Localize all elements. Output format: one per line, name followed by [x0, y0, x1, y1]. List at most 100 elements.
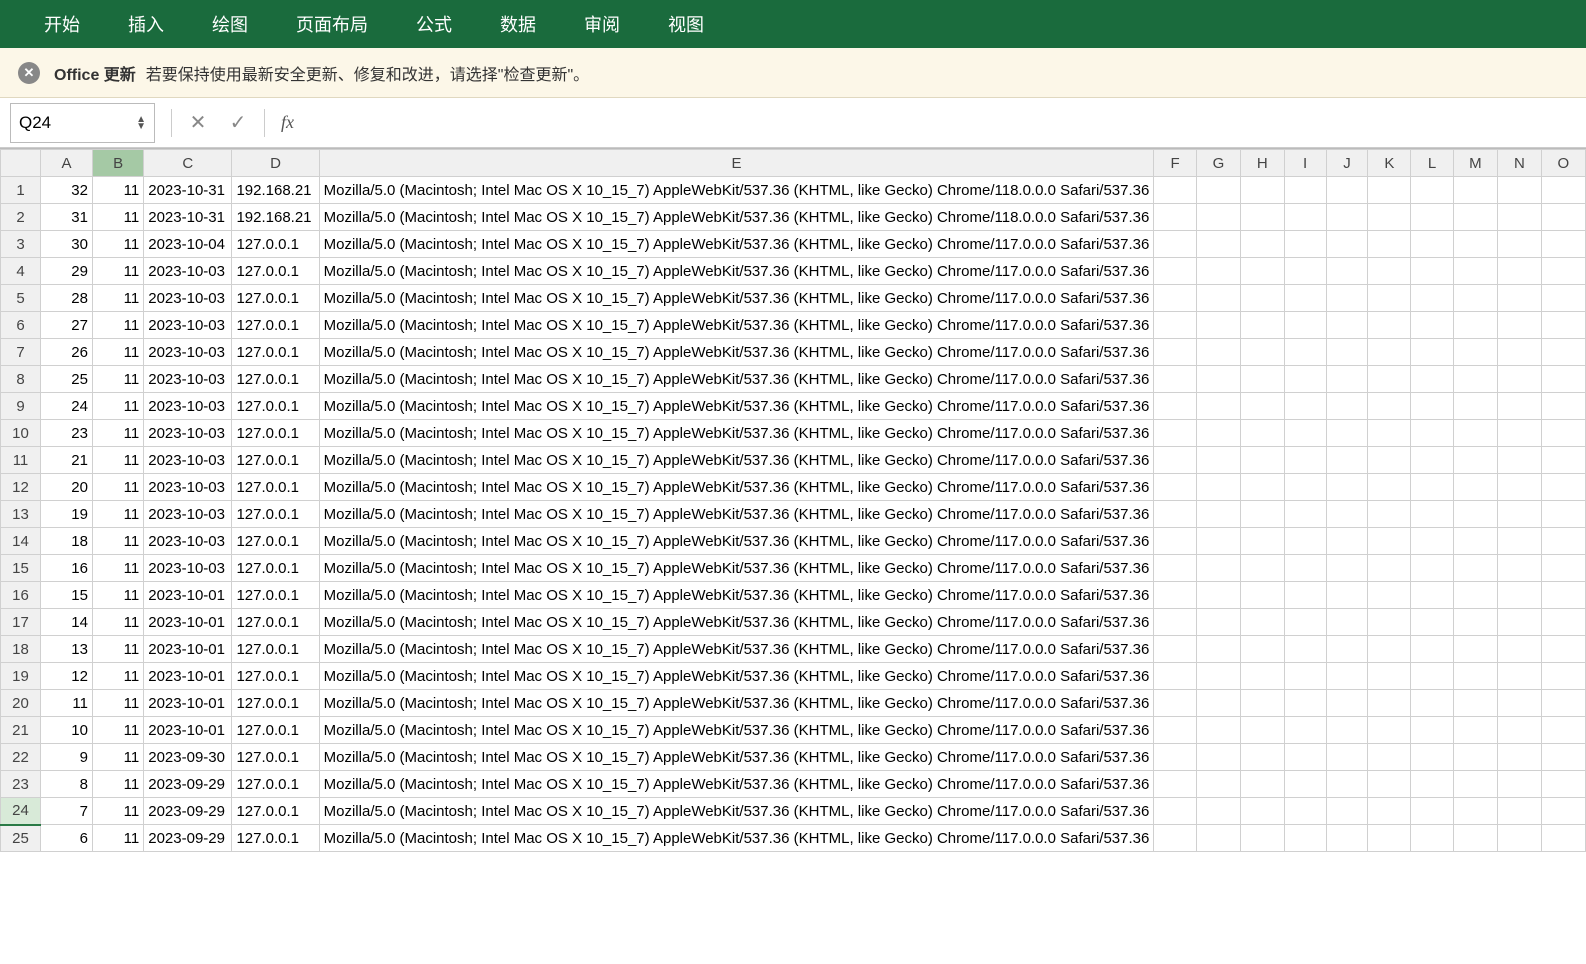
- cell[interactable]: [1498, 690, 1542, 717]
- cell[interactable]: [1196, 366, 1240, 393]
- cell[interactable]: [1368, 609, 1411, 636]
- cell[interactable]: [1196, 744, 1240, 771]
- cell[interactable]: [1241, 231, 1285, 258]
- cell[interactable]: [1453, 582, 1498, 609]
- cell[interactable]: [1284, 339, 1326, 366]
- close-icon[interactable]: ✕: [18, 62, 40, 84]
- cell[interactable]: [1241, 285, 1285, 312]
- cell[interactable]: [1196, 717, 1240, 744]
- cell[interactable]: 11: [92, 420, 143, 447]
- cell[interactable]: [1453, 663, 1498, 690]
- column-header-M[interactable]: M: [1453, 150, 1498, 177]
- cell[interactable]: [1241, 555, 1285, 582]
- cell[interactable]: [1453, 717, 1498, 744]
- cell[interactable]: [1154, 339, 1197, 366]
- ribbon-tab-home[interactable]: 开始: [20, 0, 104, 49]
- cell[interactable]: [1498, 312, 1542, 339]
- cell[interactable]: [1368, 582, 1411, 609]
- cell[interactable]: [1453, 204, 1498, 231]
- cell[interactable]: 11: [92, 393, 143, 420]
- cell[interactable]: [1284, 771, 1326, 798]
- row-header[interactable]: 17: [1, 609, 41, 636]
- name-box[interactable]: Q24 ▲▼: [10, 103, 155, 143]
- cell[interactable]: 24: [41, 393, 93, 420]
- cell[interactable]: 127.0.0.1: [232, 420, 319, 447]
- cell[interactable]: [1541, 474, 1585, 501]
- column-header-C[interactable]: C: [144, 150, 232, 177]
- cell[interactable]: [1326, 285, 1368, 312]
- cell[interactable]: 28: [41, 285, 93, 312]
- cell[interactable]: [1368, 258, 1411, 285]
- column-header-A[interactable]: A: [41, 150, 93, 177]
- cell[interactable]: [1498, 420, 1542, 447]
- cell[interactable]: 2023-10-03: [144, 528, 232, 555]
- cell[interactable]: [1368, 312, 1411, 339]
- enter-icon[interactable]: ✓: [218, 103, 258, 143]
- cell[interactable]: 127.0.0.1: [232, 690, 319, 717]
- cell[interactable]: [1154, 771, 1197, 798]
- cell[interactable]: 2023-10-03: [144, 474, 232, 501]
- row-header[interactable]: 18: [1, 636, 41, 663]
- cell[interactable]: [1411, 717, 1453, 744]
- cell[interactable]: 2023-09-29: [144, 798, 232, 825]
- cell[interactable]: 2023-10-01: [144, 717, 232, 744]
- cell[interactable]: 11: [92, 339, 143, 366]
- formula-input[interactable]: [304, 103, 1586, 143]
- cell[interactable]: 18: [41, 528, 93, 555]
- cell[interactable]: [1411, 393, 1453, 420]
- cell[interactable]: [1541, 825, 1585, 852]
- row-header[interactable]: 12: [1, 474, 41, 501]
- select-all-corner[interactable]: [1, 150, 41, 177]
- cell[interactable]: 30: [41, 231, 93, 258]
- cell[interactable]: [1453, 231, 1498, 258]
- cell[interactable]: [1284, 177, 1326, 204]
- cell[interactable]: [1541, 177, 1585, 204]
- cell[interactable]: [1326, 690, 1368, 717]
- cell[interactable]: Mozilla/5.0 (Macintosh; Intel Mac OS X 1…: [319, 663, 1154, 690]
- cell[interactable]: 127.0.0.1: [232, 663, 319, 690]
- cell[interactable]: [1411, 312, 1453, 339]
- cell[interactable]: [1498, 636, 1542, 663]
- cell[interactable]: [1453, 393, 1498, 420]
- cell[interactable]: [1241, 312, 1285, 339]
- cell[interactable]: [1326, 177, 1368, 204]
- cell[interactable]: [1326, 771, 1368, 798]
- cell[interactable]: [1241, 393, 1285, 420]
- cell[interactable]: 127.0.0.1: [232, 609, 319, 636]
- cell[interactable]: [1498, 717, 1542, 744]
- cell[interactable]: [1541, 717, 1585, 744]
- cell[interactable]: [1498, 771, 1542, 798]
- column-header-B[interactable]: B: [92, 150, 143, 177]
- cell[interactable]: 2023-10-31: [144, 177, 232, 204]
- cell[interactable]: 11: [92, 285, 143, 312]
- cell[interactable]: [1196, 825, 1240, 852]
- row-header[interactable]: 22: [1, 744, 41, 771]
- cell[interactable]: [1498, 474, 1542, 501]
- cell[interactable]: [1326, 231, 1368, 258]
- row-header[interactable]: 1: [1, 177, 41, 204]
- column-header-N[interactable]: N: [1498, 150, 1542, 177]
- cell[interactable]: [1453, 825, 1498, 852]
- row-header[interactable]: 14: [1, 528, 41, 555]
- cell[interactable]: [1498, 231, 1542, 258]
- cell[interactable]: [1241, 609, 1285, 636]
- cell[interactable]: [1196, 393, 1240, 420]
- cell[interactable]: [1326, 447, 1368, 474]
- cell[interactable]: [1498, 366, 1542, 393]
- cell[interactable]: 8: [41, 771, 93, 798]
- cell[interactable]: [1411, 204, 1453, 231]
- row-header[interactable]: 7: [1, 339, 41, 366]
- cell[interactable]: [1453, 339, 1498, 366]
- cell[interactable]: [1154, 312, 1197, 339]
- cell[interactable]: 29: [41, 258, 93, 285]
- cell[interactable]: [1411, 177, 1453, 204]
- grid[interactable]: ABCDEFGHIJKLMNO132112023-10-31192.168.21…: [0, 149, 1586, 852]
- cell[interactable]: [1196, 258, 1240, 285]
- cell[interactable]: 11: [92, 825, 143, 852]
- cell[interactable]: [1541, 582, 1585, 609]
- cell[interactable]: [1284, 231, 1326, 258]
- cell[interactable]: [1284, 663, 1326, 690]
- cell[interactable]: 26: [41, 339, 93, 366]
- cell[interactable]: [1453, 474, 1498, 501]
- cell[interactable]: [1284, 285, 1326, 312]
